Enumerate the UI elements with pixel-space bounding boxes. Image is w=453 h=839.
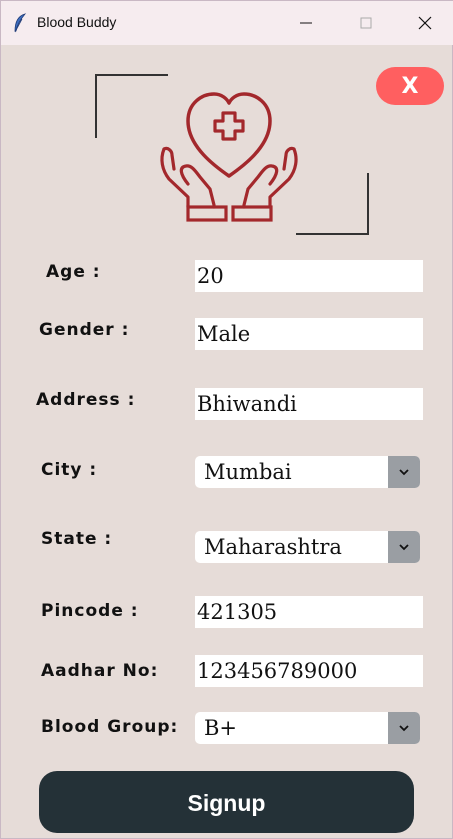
window-close-button[interactable]: [405, 9, 445, 37]
close-app-button[interactable]: X: [376, 67, 444, 105]
aadhar-label: Aadhar No:: [41, 661, 159, 681]
city-label: City :: [41, 460, 98, 480]
pincode-field[interactable]: 421305: [195, 596, 423, 628]
aadhar-field[interactable]: 123456789000: [195, 655, 423, 687]
title-bar: Blood Buddy: [1, 1, 453, 45]
blood-group-dropdown-button[interactable]: [388, 712, 420, 744]
feather-icon: [13, 13, 27, 33]
signup-button[interactable]: Signup: [39, 771, 414, 833]
main-content: X Age : 20 Gender : Male Address : Bhiwa…: [4, 45, 451, 837]
gender-label: Gender :: [39, 320, 130, 340]
city-selected-value: Mumbai: [204, 460, 292, 484]
address-field[interactable]: Bhiwandi: [195, 388, 423, 420]
app-window: Blood Buddy X Age: 20 Gender: Male Add…: [0, 0, 453, 839]
state-select[interactable]: Maharashtra: [195, 531, 420, 563]
chevron-down-icon: [399, 469, 409, 476]
age-label: Age :: [46, 262, 101, 282]
chevron-down-icon: [399, 725, 409, 732]
city-dropdown-button[interactable]: [388, 456, 420, 488]
chevron-down-icon: [399, 544, 409, 551]
maximize-button[interactable]: [346, 9, 386, 37]
pincode-label: Pincode :: [41, 601, 139, 621]
blood-donation-logo: [92, 73, 382, 238]
blood-group-selected-value: B+: [204, 716, 238, 740]
address-label: Address :: [36, 390, 136, 410]
close-icon: [418, 16, 432, 30]
age-field[interactable]: 20: [195, 260, 423, 292]
gender-field[interactable]: Male: [195, 318, 423, 350]
minimize-icon: [300, 22, 312, 24]
blood-group-label: Blood Group:: [41, 717, 179, 737]
blood-group-select[interactable]: B+: [195, 712, 420, 744]
window-title: Blood Buddy: [37, 14, 117, 30]
state-dropdown-button[interactable]: [388, 531, 420, 563]
minimize-button[interactable]: [286, 9, 326, 37]
state-selected-value: Maharashtra: [204, 535, 342, 559]
maximize-icon: [360, 17, 372, 29]
city-select[interactable]: Mumbai: [195, 456, 420, 488]
state-label: State :: [41, 529, 113, 549]
